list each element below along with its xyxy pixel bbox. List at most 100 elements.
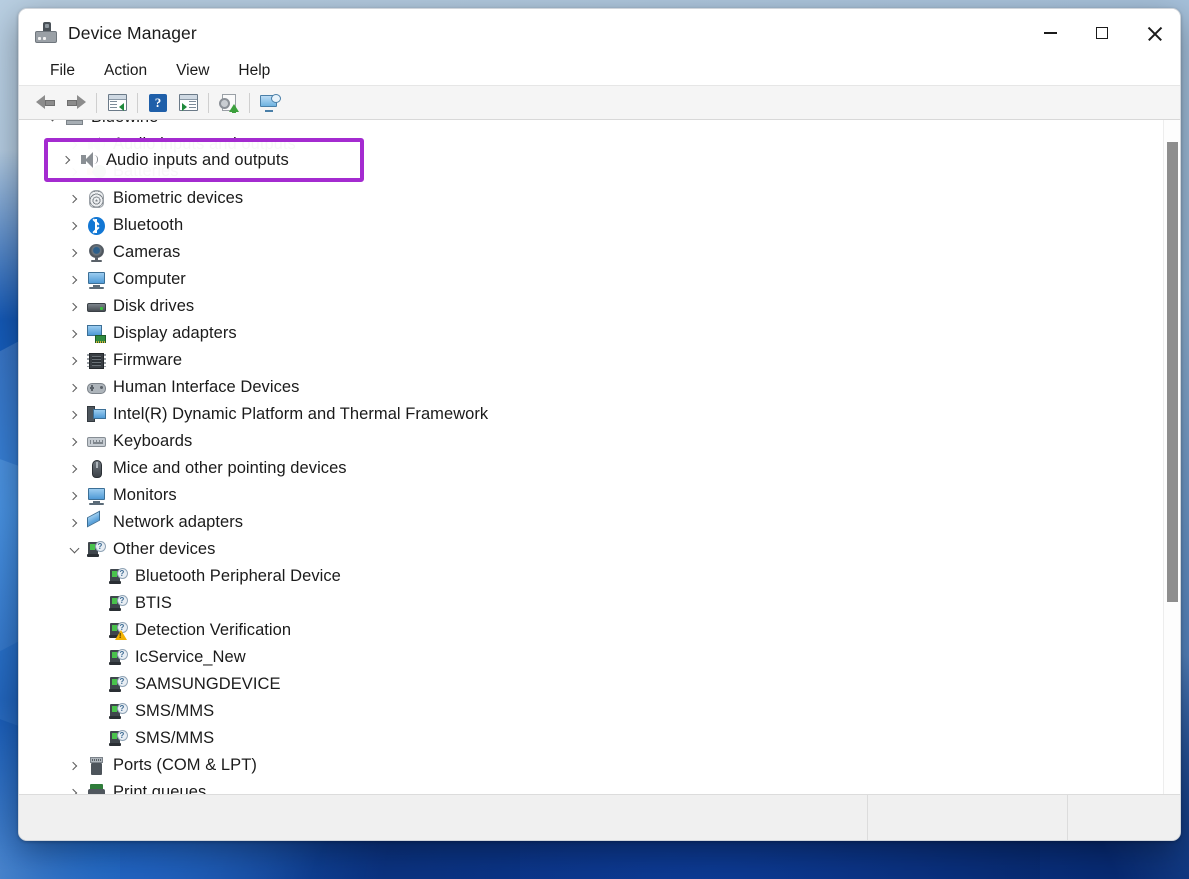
vertical-scrollbar-thumb[interactable] <box>1167 142 1178 602</box>
monitor-search-icon <box>260 94 281 112</box>
tree-item-label: Ports (COM & LPT) <box>113 756 257 775</box>
tree-item[interactable]: Cameras <box>19 239 1163 266</box>
forward-arrow-icon <box>66 95 86 110</box>
window-controls <box>1024 9 1180 57</box>
tree-child-item[interactable]: ? BTIS <box>19 590 1163 617</box>
unknown-device-icon: ? <box>107 703 129 721</box>
tree-item-label: Network adapters <box>113 513 243 532</box>
tree-item-label: IcService_New <box>135 648 246 667</box>
tree-item[interactable]: Firmware <box>19 347 1163 374</box>
vertical-scrollbar[interactable] <box>1163 120 1180 794</box>
tree-item[interactable]: Network adapters <box>19 509 1163 536</box>
device-manager-window: Device Manager File Action View Help ? <box>18 8 1181 841</box>
port-icon <box>85 757 107 775</box>
expand-chevron[interactable] <box>63 412 85 418</box>
tree-child-item[interactable]: ? SMS/MMS <box>19 698 1163 725</box>
unknown-device-icon: ? <box>107 595 129 613</box>
camera-icon <box>85 244 107 262</box>
expand-chevron[interactable] <box>63 493 85 499</box>
expand-chevron[interactable] <box>63 520 85 526</box>
expand-chevron[interactable] <box>63 439 85 445</box>
tree-item[interactable]: Disk drives <box>19 293 1163 320</box>
expand-chevron[interactable] <box>63 142 85 148</box>
tree-child-item[interactable]: ?SAMSUNGDEVICE <box>19 671 1163 698</box>
menu-file[interactable]: File <box>39 60 86 82</box>
tree-item[interactable]: Mice and other pointing devices <box>19 455 1163 482</box>
expand-chevron[interactable] <box>63 304 85 310</box>
properties-button[interactable] <box>102 89 132 117</box>
tree-child-item[interactable]: ?IcService_New <box>19 644 1163 671</box>
tree-root-item[interactable]: Bluewine <box>19 120 1163 131</box>
tree-item[interactable]: Computer <box>19 266 1163 293</box>
expand-chevron[interactable] <box>63 790 85 795</box>
tree-item[interactable]: Monitors <box>19 482 1163 509</box>
tree-item[interactable]: Intel(R) Dynamic Platform and Thermal Fr… <box>19 401 1163 428</box>
expand-chevron[interactable] <box>63 331 85 337</box>
computer-icon <box>63 120 85 127</box>
monitor-icon <box>85 271 107 289</box>
fingerprint-icon <box>85 190 107 208</box>
expand-chevron[interactable] <box>63 169 85 175</box>
help-button[interactable]: ? <box>143 89 173 117</box>
tree-item[interactable]: Keyboards <box>19 428 1163 455</box>
forward-button[interactable] <box>61 89 91 117</box>
expand-chevron[interactable] <box>63 358 85 364</box>
menu-action[interactable]: Action <box>93 60 158 82</box>
tree-item-label: BTIS <box>135 594 172 613</box>
expand-chevron[interactable] <box>63 466 85 472</box>
expand-chevron[interactable] <box>63 385 85 391</box>
toolbar: ? <box>19 86 1180 120</box>
disk-drive-icon <box>85 298 107 316</box>
tree-item-label: Cameras <box>113 243 180 262</box>
menu-view[interactable]: View <box>165 60 220 82</box>
tree-item[interactable]: Bluetooth <box>19 212 1163 239</box>
tree-item[interactable]: Batteries <box>19 158 1163 185</box>
menu-help[interactable]: Help <box>227 60 281 82</box>
tree-item[interactable]: Human Interface Devices <box>19 374 1163 401</box>
expand-chevron[interactable] <box>63 277 85 283</box>
scan-hardware-changes-button[interactable] <box>255 89 285 117</box>
expand-chevron[interactable] <box>63 196 85 202</box>
back-button[interactable] <box>31 89 61 117</box>
device-tree[interactable]: Bluewine Audio inputs and outputsBatterie… <box>19 120 1163 794</box>
tree-item-label: Other devices <box>113 540 215 559</box>
tree-item-label: SMS/MMS <box>135 702 214 721</box>
firmware-chip-icon <box>85 352 107 370</box>
toolbar-separator <box>208 93 209 113</box>
hid-gamepad-icon <box>85 379 107 397</box>
display-adapter-icon <box>85 325 107 343</box>
tree-child-item[interactable]: ?Bluetooth Peripheral Device <box>19 563 1163 590</box>
back-arrow-icon <box>36 95 56 110</box>
tree-item-label: Detection Verification <box>135 621 291 640</box>
update-driver-button[interactable] <box>214 89 244 117</box>
unknown-device-warning-icon: ? <box>107 622 129 640</box>
tree-item-label: Monitors <box>113 486 177 505</box>
tree-item-label: Intel(R) Dynamic Platform and Thermal Fr… <box>113 405 488 424</box>
tree-item[interactable]: Biometric devices <box>19 185 1163 212</box>
unknown-device-icon: ? <box>107 568 129 586</box>
tree-item[interactable]: Ports (COM & LPT) <box>19 752 1163 779</box>
properties-panel-icon <box>108 94 127 111</box>
close-button[interactable] <box>1128 9 1180 57</box>
tree-child-item[interactable]: ?SMS/MMS <box>19 725 1163 752</box>
minimize-button[interactable] <box>1024 9 1076 57</box>
tree-item[interactable]: Audio inputs and outputs <box>19 131 1163 158</box>
tree-child-item[interactable]: ? Detection Verification <box>19 617 1163 644</box>
mouse-icon <box>85 460 107 478</box>
expand-chevron[interactable] <box>63 763 85 769</box>
expand-chevron[interactable] <box>63 250 85 256</box>
toolbar-separator <box>249 93 250 113</box>
maximize-button[interactable] <box>1076 9 1128 57</box>
expand-chevron[interactable] <box>63 223 85 229</box>
tree-item[interactable]: Display adapters <box>19 320 1163 347</box>
tree-item[interactable]: Print queues <box>19 779 1163 794</box>
show-panel-icon <box>179 94 198 111</box>
tree-item-label: Bluewine <box>91 120 158 127</box>
unknown-device-icon: ? <box>107 730 129 748</box>
status-bar-segment <box>1068 795 1180 840</box>
show-hidden-devices-button[interactable] <box>173 89 203 117</box>
keyboard-icon <box>85 433 107 451</box>
menu-bar: File Action View Help <box>19 57 1180 86</box>
tree-item[interactable]: ?Other devices <box>19 536 1163 563</box>
collapse-chevron[interactable] <box>63 548 85 552</box>
